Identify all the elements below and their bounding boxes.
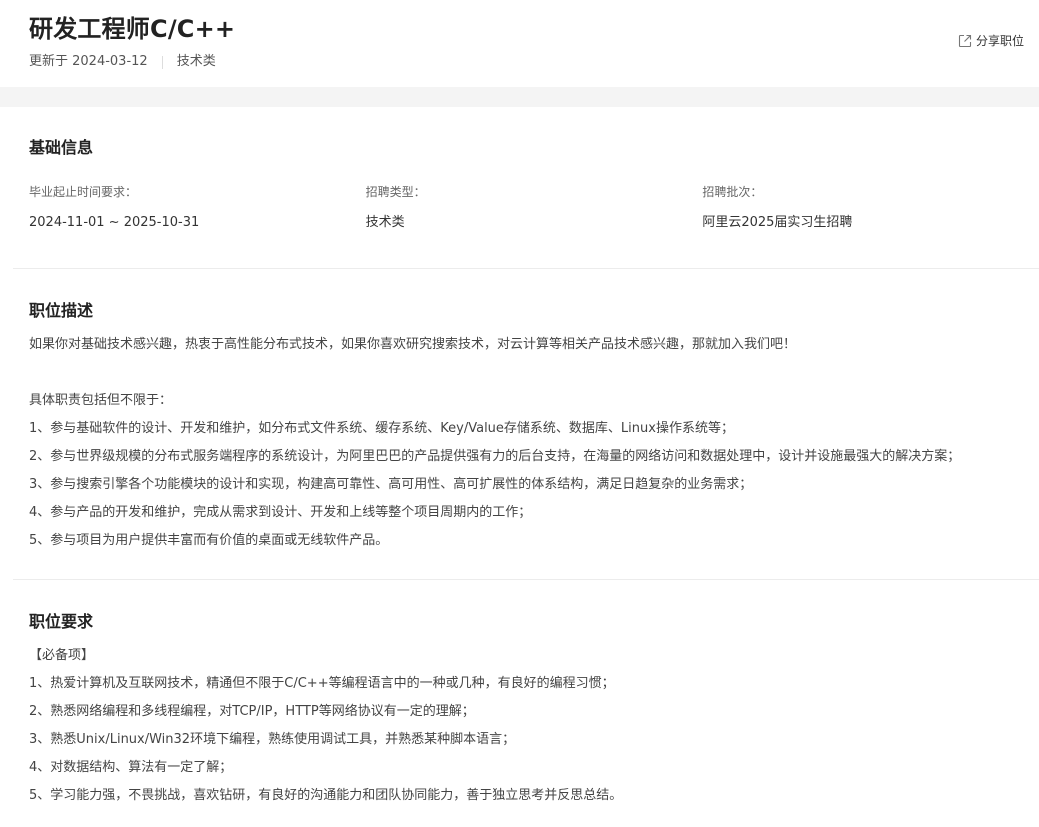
share-external-icon <box>958 34 972 47</box>
list-item: 3、参与搜索引擎各个功能模块的设计和实现，构建高可靠性、高可用性、高可扩展性的体… <box>29 477 753 492</box>
graduation-field: 毕业起止时间要求： 2024-11-01 ~ 2025-10-31 <box>29 184 366 232</box>
job-requirements-section: 职位要求 【必备项】 1、热爱计算机及互联网技术，精通但不限于C/C++等编程语… <box>0 580 1039 810</box>
job-description-section: 职位描述 如果你对基础技术感兴趣，热衷于高性能分布式技术，如果你喜欢研究搜索技术… <box>0 269 1039 579</box>
job-meta: 更新于 2024-03-12 技术类 <box>29 53 1039 71</box>
job-requirements-body: 【必备项】 1、热爱计算机及互联网技术，精通但不限于C/C++等编程语言中的一种… <box>29 642 1039 810</box>
field-label: 招聘类型： <box>365 185 426 199</box>
list-item: 2、熟悉网络编程和多线程编程，对TCP/IP，HTTP等网络协议有一定的理解； <box>29 704 475 719</box>
basic-info-section: 基础信息 毕业起止时间要求： 2024-11-01 ~ 2025-10-31 招… <box>0 107 1039 268</box>
field-label: 毕业起止时间要求： <box>29 185 138 199</box>
list-item: 2、参与世界级规模的分布式服务端程序的系统设计，为阿里巴巴的产品提供强有力的后台… <box>29 449 961 464</box>
list-item: 1、参与基础软件的设计、开发和维护，如分布式文件系统、缓存系统、Key/Valu… <box>29 421 734 436</box>
list-item: 5、学习能力强，不畏挑战，喜欢钻研，有良好的沟通能力和团队协同能力，善于独立思考… <box>29 788 623 803</box>
share-job-button[interactable]: 分享职位 <box>958 32 1024 49</box>
job-description-body: 如果你对基础技术感兴趣，热衷于高性能分布式技术，如果你喜欢研究搜索技术，对云计算… <box>29 331 1039 555</box>
meta-divider <box>161 55 163 69</box>
basic-info-grid: 毕业起止时间要求： 2024-11-01 ~ 2025-10-31 招聘类型： … <box>29 184 1039 232</box>
job-title: 研发工程师C/C++ <box>29 15 236 43</box>
list-item: 3、熟悉Unix/Linux/Win32环境下编程，熟练使用调试工具，并熟悉某种… <box>29 732 516 747</box>
job-detail-page: 研发工程师C/C++ 更新于 2024-03-12 技术类 分享职位 基础信息 … <box>0 0 1039 827</box>
share-job-label: 分享职位 <box>975 34 1024 48</box>
list-item: 4、对数据结构、算法有一定了解； <box>29 760 233 775</box>
list-item: 1、热爱计算机及互联网技术，精通但不限于C/C++等编程语言中的一种或几种，有良… <box>29 676 615 691</box>
job-header: 研发工程师C/C++ 更新于 2024-03-12 技术类 分享职位 <box>0 0 1039 87</box>
basic-info-title: 基础信息 <box>29 138 94 157</box>
description-intro: 如果你对基础技术感兴趣，热衷于高性能分布式技术，如果你喜欢研究搜索技术，对云计算… <box>29 337 797 352</box>
section-separator-band <box>0 87 1039 107</box>
description-lead: 具体职责包括但不限于： <box>29 393 173 408</box>
field-value: 2024-11-01 ~ 2025-10-31 <box>29 215 200 230</box>
field-value: 技术类 <box>365 215 405 230</box>
updated-date: 更新于 2024-03-12 <box>29 54 148 69</box>
recruit-type-field: 招聘类型： 技术类 <box>366 184 703 232</box>
field-label: 招聘批次： <box>702 185 763 199</box>
job-description-title: 职位描述 <box>29 301 94 320</box>
job-requirements-title: 职位要求 <box>29 612 94 631</box>
field-value: 阿里云2025届实习生招聘 <box>702 215 853 230</box>
recruit-batch-field: 招聘批次： 阿里云2025届实习生招聘 <box>702 184 1039 232</box>
job-category: 技术类 <box>176 54 216 69</box>
list-item: 4、参与产品的开发和维护，完成从需求到设计、开发和上线等整个项目周期内的工作； <box>29 505 532 520</box>
list-item: 5、参与项目为用户提供丰富而有价值的桌面或无线软件产品。 <box>29 533 389 548</box>
requirements-lead: 【必备项】 <box>29 648 95 663</box>
